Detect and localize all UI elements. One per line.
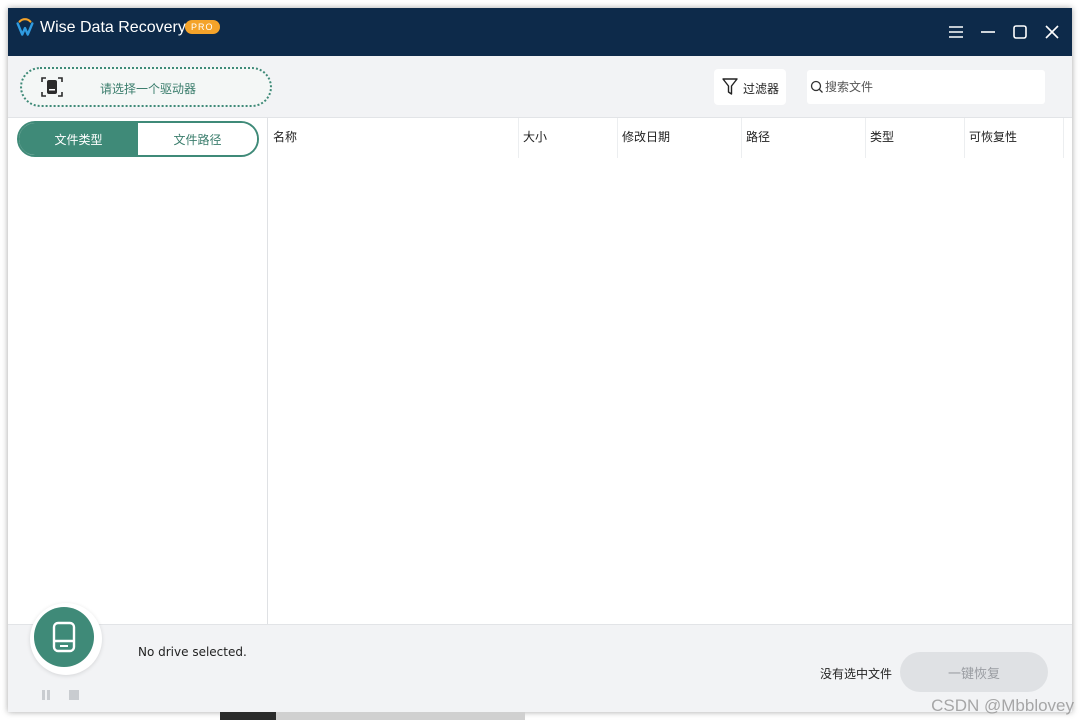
filter-label: 过滤器 (743, 82, 780, 96)
filter-icon (722, 78, 738, 95)
search-input[interactable] (825, 78, 1035, 96)
table-header: 名称 大小 修改日期 路径 类型 可恢复性 (269, 118, 1072, 158)
drive-status-text: No drive selected. (138, 645, 247, 659)
column-header-size[interactable]: 大小 (519, 118, 618, 158)
close-icon (1045, 25, 1059, 39)
tab-file-path[interactable]: 文件路径 (138, 123, 257, 155)
watermark: CSDN @Mbblovey (931, 696, 1074, 715)
taskbar-fragment (220, 712, 525, 720)
column-header-name[interactable]: 名称 (269, 118, 519, 158)
pause-icon (42, 690, 50, 700)
search-icon (810, 80, 823, 93)
menu-button[interactable] (944, 20, 968, 44)
app-logo-icon (16, 18, 34, 36)
footer-bar: No drive selected. 没有选中文件 一键恢复 (8, 603, 1072, 712)
filter-button[interactable]: 过滤器 (714, 69, 786, 105)
column-header-path[interactable]: 路径 (742, 118, 866, 158)
one-click-recover-button[interactable]: 一键恢复 (900, 652, 1048, 692)
search-box (807, 70, 1045, 104)
drive-select-button[interactable]: 请选择一个驱动器 (20, 67, 272, 107)
column-header-recoverability[interactable]: 可恢复性 (965, 118, 1064, 158)
drive-icon (52, 621, 76, 653)
view-mode-toggle: 文件类型 文件路径 (17, 121, 259, 157)
selection-status-text: 没有选中文件 (820, 667, 893, 681)
menu-icon (949, 26, 963, 38)
file-table: 名称 大小 修改日期 路径 类型 可恢复性 (269, 118, 1072, 624)
drive-scan-icon (41, 77, 63, 97)
pro-badge: PRO (185, 20, 220, 34)
tab-file-type[interactable]: 文件类型 (19, 123, 138, 155)
maximize-button[interactable] (1008, 20, 1032, 44)
toolbar: 请选择一个驱动器 过滤器 (8, 56, 1072, 118)
drive-select-label: 请选择一个驱动器 (100, 82, 197, 96)
maximize-icon (1013, 25, 1027, 39)
close-button[interactable] (1040, 20, 1064, 44)
minimize-icon (981, 31, 995, 33)
drive-status-circle (34, 607, 94, 667)
app-window: Wise Data Recovery PRO 请选择一个驱动器 过滤器 搜索文件… (8, 8, 1072, 712)
minimize-button[interactable] (976, 20, 1000, 44)
stop-icon (69, 690, 79, 700)
title-bar: Wise Data Recovery PRO (8, 8, 1072, 56)
stop-button[interactable] (69, 685, 79, 704)
column-header-type[interactable]: 类型 (866, 118, 965, 158)
drive-status-badge (30, 603, 102, 675)
app-title: Wise Data Recovery (40, 19, 186, 36)
column-header-modified[interactable]: 修改日期 (618, 118, 742, 158)
pause-button[interactable] (41, 685, 51, 704)
sidebar: 文件类型 文件路径 (8, 118, 268, 624)
